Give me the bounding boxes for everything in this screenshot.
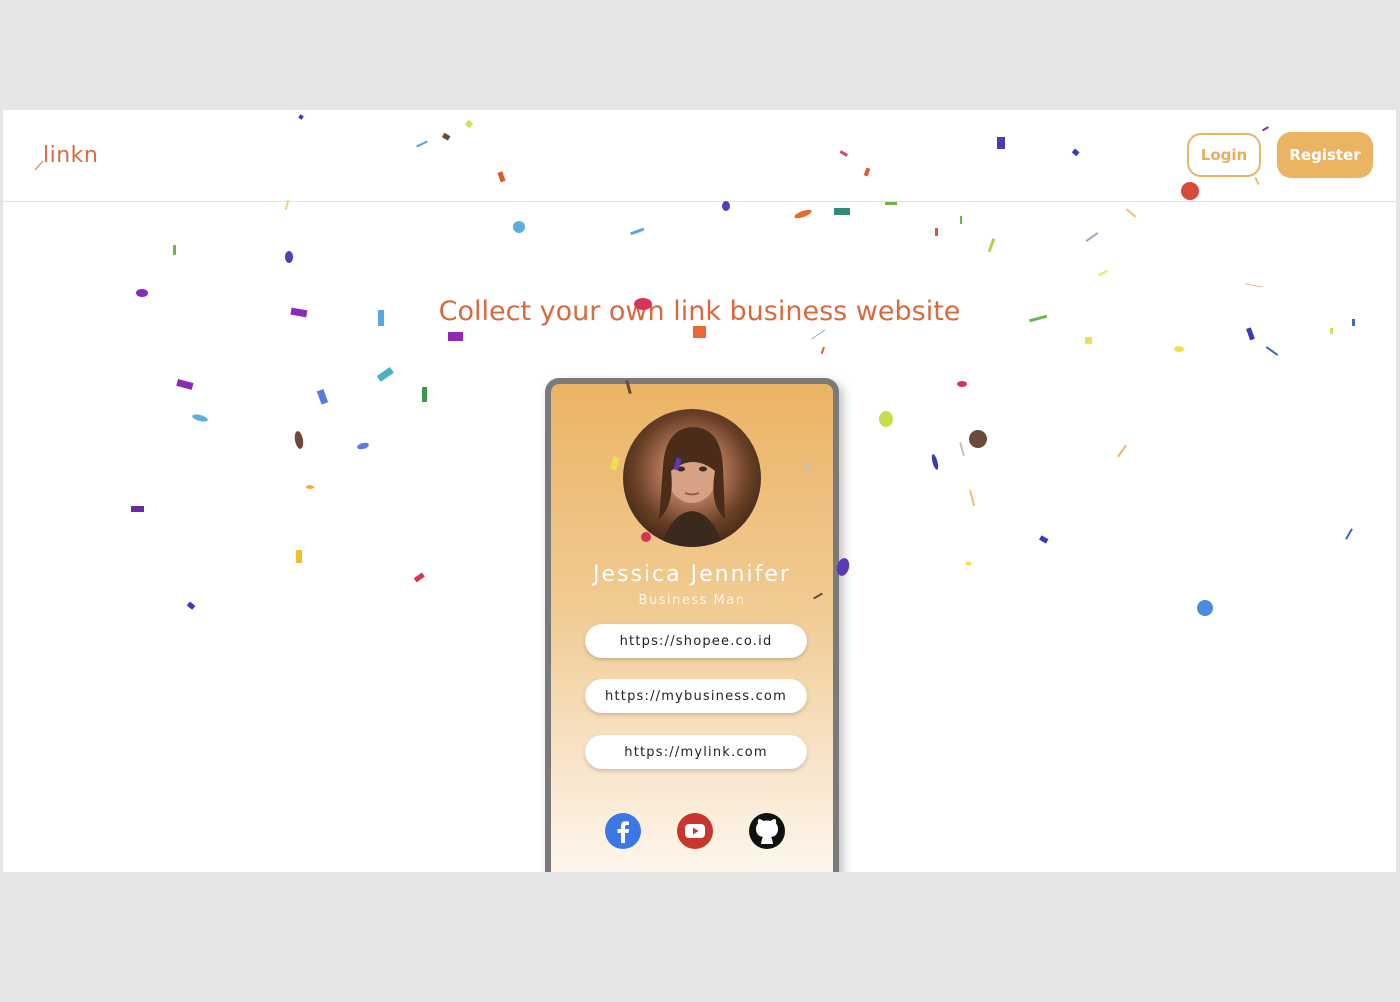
github-icon[interactable] (748, 812, 786, 850)
link-button-mylink[interactable]: https://mylink.com (585, 735, 807, 769)
profile-name: Jessica Jennifer (593, 562, 791, 587)
facebook-icon[interactable] (604, 812, 642, 850)
logo[interactable]: linkn (43, 143, 98, 168)
avatar-portrait (659, 427, 725, 547)
page-frame: linkn Login Register Collect your own li… (3, 110, 1396, 872)
hero-headline: Collect your own link business website (438, 296, 961, 327)
avatar (623, 409, 761, 547)
profile-title: Business Man (638, 593, 746, 608)
link-button-shopee[interactable]: https://shopee.co.id (585, 624, 807, 658)
register-button[interactable]: Register (1277, 132, 1373, 178)
navbar: linkn Login Register (3, 110, 1396, 202)
logo-mark (34, 160, 44, 171)
phone-mockup: Jessica Jennifer Business Man https://sh… (545, 378, 839, 872)
link-button-mybusiness[interactable]: https://mybusiness.com (585, 679, 807, 713)
login-button[interactable]: Login (1187, 133, 1261, 177)
youtube-icon[interactable] (676, 812, 714, 850)
